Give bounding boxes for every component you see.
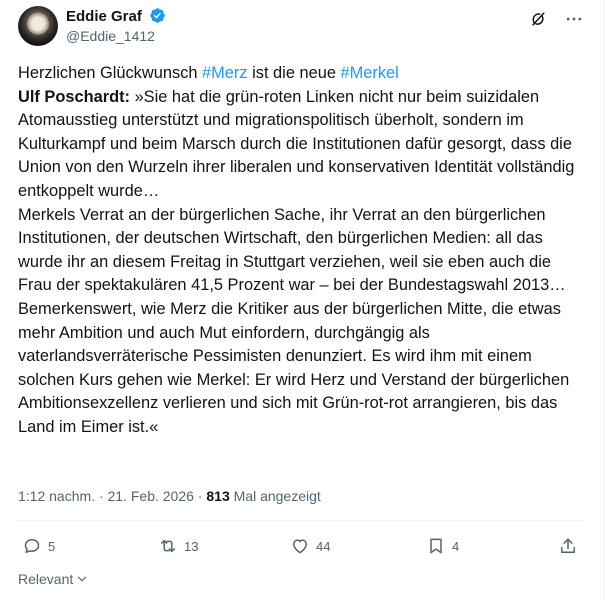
tweet-header: Eddie Graf @Eddie_1412 (18, 6, 585, 50)
views-label: Mal angezeigt (229, 488, 321, 504)
chevron-down-icon (78, 576, 87, 582)
meta-separator: · (95, 488, 108, 504)
repost-count: 13 (184, 538, 199, 554)
repost-icon (161, 539, 175, 553)
repost-button[interactable]: 13 (158, 536, 198, 556)
reply-button[interactable]: 5 (22, 536, 55, 556)
divider (18, 520, 585, 521)
hashtag-link[interactable]: #Merz (202, 64, 248, 82)
tweet-time[interactable]: 1:12 nachm. (18, 488, 95, 504)
sort-relevant-toggle[interactable]: Relevant (18, 571, 89, 587)
tweet-date[interactable]: 21. Feb. 2026 (108, 488, 194, 504)
author-display-name[interactable]: Eddie Graf (66, 8, 142, 25)
like-count: 44 (316, 538, 331, 554)
tweet-paragraph: Bemerkenswert, wie Merz die Kritiker aus… (18, 299, 573, 436)
header-actions (527, 8, 585, 30)
grok-icon[interactable] (527, 8, 549, 30)
more-icon[interactable] (563, 8, 585, 30)
share-icon (561, 538, 575, 553)
avatar[interactable] (18, 6, 58, 46)
views-count: 813 (206, 488, 230, 504)
action-bar: 5 13 44 4 (18, 536, 585, 562)
bookmark-count: 4 (452, 538, 460, 554)
author-block: Eddie Graf @Eddie_1412 (66, 7, 166, 45)
like-button[interactable]: 44 (290, 536, 330, 556)
author-handle[interactable]: @Eddie_1412 (66, 27, 166, 45)
quote-author: Ulf Poschardt: (18, 87, 131, 106)
tweet-meta: 1:12 nachm. · 21. Feb. 2026 · 813 Mal an… (18, 486, 321, 506)
reply-icon (24, 539, 40, 554)
bookmark-button[interactable]: 4 (426, 536, 459, 556)
hashtag-link[interactable]: #Merkel (341, 64, 399, 82)
verified-badge-icon (149, 7, 166, 24)
tweet-paragraph: Merkels Verrat an der bürgerlichen Sache… (18, 205, 566, 295)
like-icon (293, 539, 307, 554)
tweet-intro-text: ist die neue (247, 64, 341, 82)
tweet-card: Eddie Graf @Eddie_1412 Herzlichen Glückw… (0, 0, 604, 600)
bookmark-icon (430, 538, 442, 554)
relevant-label: Relevant (18, 571, 74, 587)
meta-separator: · (193, 488, 207, 504)
reply-count: 5 (48, 538, 56, 554)
tweet-text: Herzlichen Glückwunsch #Merz ist die neu… (18, 62, 588, 440)
tweet-intro-text: Herzlichen Glückwunsch (18, 64, 203, 82)
share-button[interactable] (558, 536, 578, 556)
